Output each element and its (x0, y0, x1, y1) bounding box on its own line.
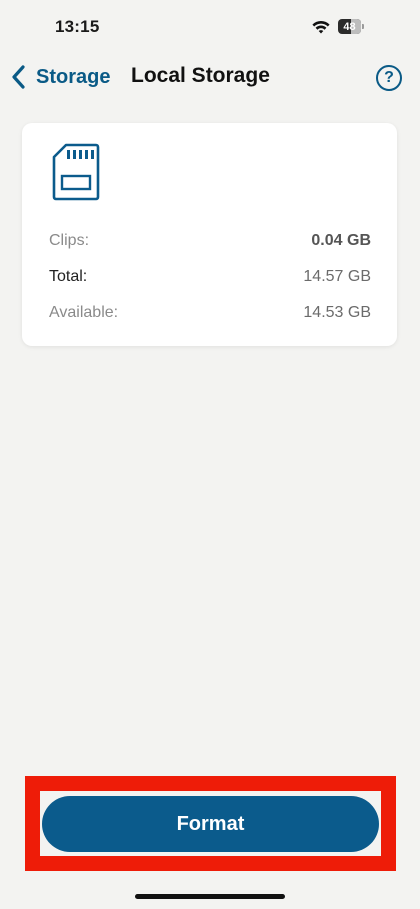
available-value: 14.53 GB (303, 304, 371, 321)
status-time: 13:15 (55, 17, 100, 36)
total-row: Total: 14.57 GB (49, 265, 371, 289)
storage-card: Clips: 0.04 GB Total: 14.57 GB Available… (22, 123, 397, 346)
total-value: 14.57 GB (303, 268, 371, 285)
clips-value: 0.04 GB (311, 232, 371, 249)
home-indicator (135, 894, 285, 899)
total-label: Total: (49, 268, 88, 285)
battery-icon: 48 (338, 19, 364, 34)
format-button[interactable]: Format (42, 796, 379, 852)
help-circle-icon: ? (384, 69, 394, 86)
battery-level: 48 (343, 20, 356, 33)
back-label: Storage (36, 65, 111, 88)
available-row: Available: 14.53 GB (49, 301, 371, 325)
nav-bar: Storage Local Storage ? (0, 56, 420, 100)
available-label: Available: (49, 304, 119, 321)
wifi-icon (312, 20, 330, 34)
back-button[interactable]: Storage (8, 60, 110, 94)
help-button[interactable]: ? (376, 65, 402, 91)
page-title: Local Storage (131, 64, 270, 87)
status-bar: 13:15 48 (0, 0, 420, 56)
chevron-left-icon (12, 65, 25, 89)
clips-label: Clips: (49, 232, 90, 249)
clips-row: Clips: 0.04 GB (49, 229, 371, 253)
sd-card-icon (52, 143, 100, 201)
